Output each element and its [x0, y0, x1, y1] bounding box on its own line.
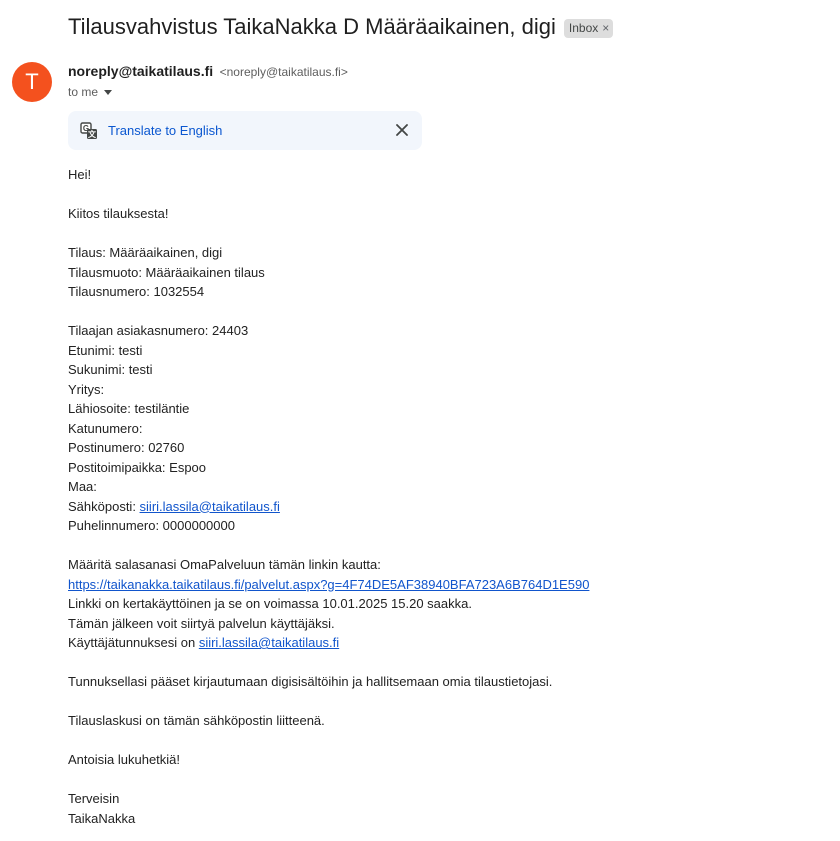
customer-line: Postinumero: 02760 — [68, 440, 185, 455]
sender-line: noreply@taikatilaus.fi <noreply@taikatil… — [68, 63, 348, 81]
username-line: Käyttäjätunnuksesi on siiri.lassila@taik… — [68, 633, 589, 653]
password-intro-text: Määritä salasanasi OmaPalveluun tämän li… — [68, 557, 381, 572]
order-line: Tilausmuoto: Määräaikainen tilaus — [68, 264, 265, 280]
customer-line: Postitoimipaikka: Espoo — [68, 459, 207, 475]
translate-icon: G 文 — [80, 122, 97, 139]
recipient-text: to me — [68, 85, 99, 99]
sender-email: <noreply@taikatilaus.fi> — [219, 65, 348, 79]
username-email-link[interactable]: siiri.lassila@taikatilaus.fi — [199, 635, 339, 650]
order-line: Tilausnumero: 1032554 — [68, 284, 205, 299]
translate-to-english-link[interactable]: Translate to English — [108, 123, 222, 138]
recipient-details-toggle[interactable]: to me — [68, 85, 113, 99]
subject-row: Tilausvahvistus TaikaNakka D Määräaikain… — [68, 12, 614, 42]
customer-line: Etunimi: testi — [68, 342, 143, 358]
access-info-text: Tunnuksellasi pääset kirjautumaan digisi… — [68, 674, 553, 689]
username-label: Käyttäjätunnuksesi on — [68, 635, 199, 650]
customer-line: Tilaajan asiakasnumero: 24403 — [68, 323, 249, 338]
email-body: Hei! Kiitos tilauksesta! Tilaus: Määräai… — [68, 165, 589, 828]
inbox-label-text: Inbox — [568, 20, 599, 35]
close-icon[interactable] — [394, 122, 410, 138]
regards-text: Terveisin — [68, 791, 120, 806]
sender-avatar[interactable]: T — [12, 62, 52, 102]
phone-line: Puhelinnumero: 0000000000 — [68, 518, 235, 533]
password-setup-link[interactable]: https://taikanakka.taikatilaus.fi/palvel… — [68, 577, 589, 592]
chevron-down-icon[interactable] — [104, 89, 113, 95]
customer-line: Maa: — [68, 479, 97, 494]
svg-text:文: 文 — [88, 129, 97, 139]
customer-line: Katunumero: — [68, 420, 143, 436]
thanks-text: Kiitos tilauksesta! — [68, 206, 169, 221]
signature-text: TaikaNakka — [68, 810, 136, 826]
after-that-text: Tämän jälkeen voit siirtyä palvelun käyt… — [68, 615, 335, 631]
email-subject: Tilausvahvistus TaikaNakka D Määräaikain… — [68, 14, 556, 39]
password-link-line: https://taikanakka.taikatilaus.fi/palvel… — [68, 575, 589, 595]
email-label: Sähköposti: — [68, 498, 140, 514]
invoice-info-text: Tilauslaskusi on tämän sähköpostin liitt… — [68, 713, 325, 728]
remove-label-icon[interactable]: × — [602, 21, 609, 36]
inbox-label-badge: Inbox × — [563, 18, 614, 38]
closing-text: Antoisia lukuhetkiä! — [68, 752, 181, 767]
translate-bar: G 文 Translate to English — [68, 111, 422, 150]
customer-email-link[interactable]: siiri.lassila@taikatilaus.fi — [140, 499, 280, 514]
customer-line: Lähiosoite: testiläntie — [68, 401, 190, 416]
order-line: Tilaus: Määräaikainen, digi — [68, 245, 223, 260]
link-validity-text: Linkki on kertakäyttöinen ja se on voima… — [68, 596, 472, 611]
sender-name[interactable]: noreply@taikatilaus.fi — [68, 63, 213, 79]
email-line: Sähköposti: siiri.lassila@taikatilaus.fi — [68, 497, 589, 517]
greeting-text: Hei! — [68, 167, 92, 182]
customer-line: Sukunimi: testi — [68, 362, 153, 377]
customer-line: Yritys: — [68, 381, 105, 397]
